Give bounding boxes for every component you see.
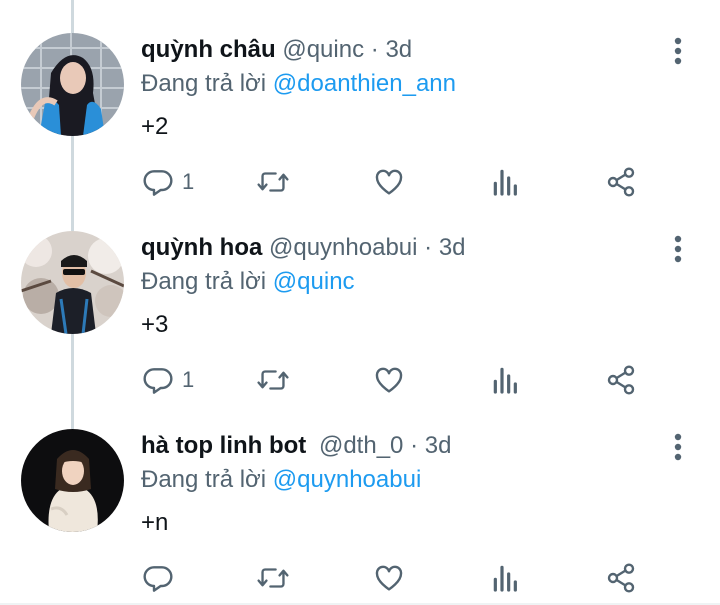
separator: ·: [424, 234, 433, 261]
timestamp[interactable]: 3d: [385, 36, 412, 63]
more-vertical-icon[interactable]: [665, 432, 691, 462]
retweet-icon: [256, 364, 290, 396]
tweet[interactable]: quỳnh châu @quinc · 3d Đang trả lời @doa…: [0, 0, 720, 198]
user-handle[interactable]: @dth_0: [319, 432, 403, 459]
replying-to: Đang trả lời @quinc: [141, 266, 355, 298]
mention-link[interactable]: @quynhoabui: [273, 466, 421, 493]
display-name[interactable]: quỳnh hoa: [141, 234, 262, 261]
reply-icon: [142, 562, 174, 594]
avatar[interactable]: [21, 231, 124, 334]
mention-link[interactable]: @quinc: [273, 268, 355, 295]
retweet-button[interactable]: [256, 556, 290, 600]
tweet-text: +3: [141, 311, 169, 338]
analytics-icon: [491, 166, 521, 198]
retweet-icon: [256, 166, 290, 198]
timestamp[interactable]: 3d: [439, 234, 466, 261]
action-bar: [0, 556, 720, 600]
reply-count: 1: [182, 169, 195, 194]
tweet-text: +2: [141, 113, 169, 140]
heart-icon: [373, 562, 405, 594]
replying-to: Đang trả lời @doanthien_ann: [141, 68, 456, 100]
tweet[interactable]: quỳnh hoa @quynhoabui · 3d Đang trả lời …: [0, 198, 720, 396]
analytics-icon: [491, 562, 521, 594]
display-name[interactable]: hà top linh bot: [141, 432, 306, 459]
avatar[interactable]: [21, 429, 124, 532]
heart-icon: [373, 364, 405, 396]
share-icon: [605, 562, 637, 594]
avatar[interactable]: [21, 33, 124, 136]
like-button[interactable]: [373, 556, 405, 600]
user-handle[interactable]: @quynhoabui: [269, 234, 417, 261]
separator: ·: [370, 36, 379, 63]
replying-to: Đang trả lời @quynhoabui: [141, 464, 421, 496]
separator: ·: [410, 432, 419, 459]
mention-link[interactable]: @doanthien_ann: [273, 70, 456, 97]
reply-count: 1: [182, 367, 195, 392]
display-name[interactable]: quỳnh châu: [141, 36, 276, 63]
more-vertical-icon[interactable]: [665, 234, 691, 264]
views-button[interactable]: [491, 556, 521, 600]
share-icon: [605, 166, 637, 198]
timestamp[interactable]: 3d: [425, 432, 452, 459]
share-button[interactable]: [605, 556, 637, 600]
reply-button[interactable]: [142, 556, 182, 600]
reply-prefix: Đang trả lời: [141, 268, 267, 295]
analytics-icon: [491, 364, 521, 396]
tweet[interactable]: hà top linh bot @dth_0 · 3d Đang trả lời…: [0, 396, 720, 594]
share-icon: [605, 364, 637, 396]
user-handle[interactable]: @quinc: [282, 36, 364, 63]
retweet-icon: [256, 562, 290, 594]
reply-prefix: Đang trả lời: [141, 70, 267, 97]
more-vertical-icon[interactable]: [665, 36, 691, 66]
reply-icon: [142, 364, 174, 396]
reply-icon: [142, 166, 174, 198]
reply-prefix: Đang trả lời: [141, 466, 267, 493]
heart-icon: [373, 166, 405, 198]
tweet-text: +n: [141, 509, 169, 536]
